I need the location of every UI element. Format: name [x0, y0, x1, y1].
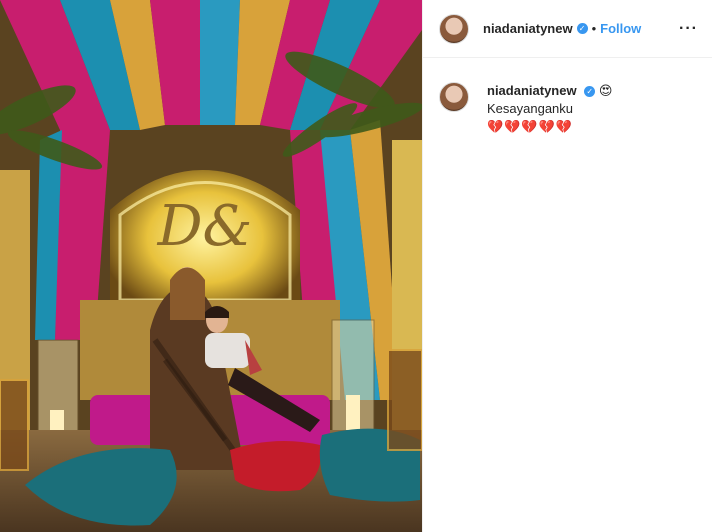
- caption-text-block: niadaniatynew ✓ 😍 Kesayanganku 💔💔💔💔💔: [487, 82, 696, 136]
- pillow-red: [230, 441, 321, 492]
- post-header: niadaniatynew ✓ • Follow ···: [423, 0, 712, 58]
- post-sidebar: niadaniatynew ✓ • Follow ··· niadaniatyn…: [422, 0, 712, 532]
- caption-text: Kesayanganku: [487, 101, 574, 116]
- photo-scene: D&: [0, 0, 422, 532]
- header-username[interactable]: niadaniatynew: [483, 21, 573, 36]
- verified-badge-icon: ✓: [576, 23, 588, 34]
- caption-emoji: 😍: [598, 83, 613, 98]
- more-options-icon[interactable]: ···: [679, 20, 698, 38]
- caption-username[interactable]: niadaniatynew: [487, 83, 577, 98]
- caption: niadaniatynew ✓ 😍 Kesayanganku 💔💔💔💔💔: [423, 58, 712, 136]
- separator-dot: •: [591, 21, 597, 36]
- avatar[interactable]: [439, 13, 469, 44]
- instagram-post: D& niadaniatynew ✓ • Follow ··· niadania…: [0, 0, 712, 532]
- caption-avatar[interactable]: [439, 82, 469, 112]
- caption-hearts: 💔💔💔💔💔: [487, 119, 573, 134]
- post-photo[interactable]: D&: [0, 0, 422, 532]
- monogram-decor: D&: [157, 194, 253, 259]
- follow-button[interactable]: Follow: [600, 21, 641, 36]
- caption-verified-badge-icon: ✓: [584, 86, 596, 97]
